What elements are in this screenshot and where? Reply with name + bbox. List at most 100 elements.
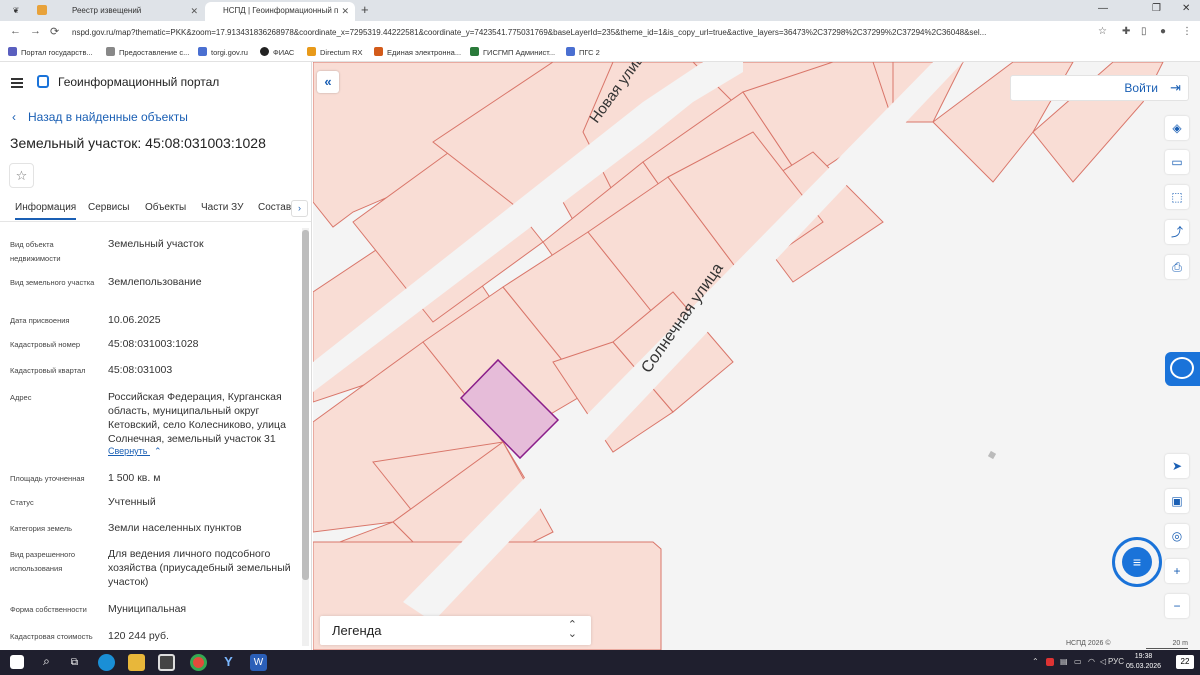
panel-scrollbar[interactable] [302, 228, 309, 646]
bookmark-item[interactable]: Единая электронна... [374, 47, 461, 57]
field-value: Российская Федерация, Курганская область… [108, 391, 286, 445]
field-label: Вид разрешенного использования [10, 550, 76, 573]
chat-widget-button[interactable] [1165, 352, 1200, 386]
explorer-icon[interactable] [128, 654, 145, 671]
bookmark-item[interactable]: ФИАС [260, 47, 294, 57]
task-view-icon[interactable]: ⧉ [66, 654, 83, 671]
tab-parts[interactable]: Части ЗУ [201, 202, 243, 213]
edge-icon[interactable] [98, 654, 115, 671]
windows-start-icon[interactable] [10, 655, 24, 669]
close-icon[interactable]: ✕ [341, 2, 349, 20]
zoom-out-icon[interactable]: − [1165, 594, 1189, 618]
bookmark-item[interactable]: torgi.gov.ru [198, 47, 248, 57]
minimap-icon[interactable]: ▣ [1165, 489, 1189, 513]
field-label: Статус [10, 498, 34, 507]
tray-chevron-icon[interactable]: ⌃ [1032, 657, 1039, 666]
map-canvas[interactable]: Новая улица Солнечная улица [313, 62, 1200, 650]
chat-icon [1170, 357, 1194, 379]
field-value: Учтенный [108, 496, 156, 508]
close-window-icon[interactable]: ✕ [1182, 3, 1190, 14]
bookmarks-bar: Портал государств... Предоставление с...… [0, 43, 1200, 62]
select-area-icon[interactable]: ⬚ [1165, 185, 1189, 209]
yandex-icon[interactable]: Y [220, 654, 237, 671]
new-tab-icon[interactable]: + [361, 2, 369, 17]
tab-registry[interactable]: Реестр извещений ✕ [56, 2, 204, 21]
tray-app-icon[interactable] [1046, 658, 1054, 666]
field-value: 45:08:031003 [108, 364, 173, 376]
legend-label: Легенда [332, 623, 382, 638]
login-button[interactable]: Войти ⇥ [1010, 75, 1189, 101]
menu-icon[interactable]: ⋮ [1182, 26, 1192, 37]
field-label: Площадь уточненная [10, 474, 85, 483]
word-icon[interactable]: W [250, 654, 267, 671]
ruler-icon[interactable]: ▭ [1165, 150, 1189, 174]
field-value: Землепользование [108, 276, 202, 288]
tab-composition[interactable]: Состав [258, 202, 291, 213]
bookmark-item[interactable]: Портал государств... [8, 47, 93, 57]
info-panel: Геоинформационный портал ‹ Назад в найден… [0, 62, 312, 650]
tab-objects[interactable]: Объекты [145, 202, 186, 213]
pinned-tab-1[interactable]: ❦ [6, 2, 26, 21]
object-title: Земельный участок: 45:08:031003:1028 [10, 135, 266, 151]
chrome-icon[interactable] [190, 654, 207, 671]
hamburger-menu-icon[interactable] [11, 78, 23, 88]
app-icon[interactable] [158, 654, 175, 671]
maximize-icon[interactable]: ❐ [1152, 3, 1161, 14]
print-icon[interactable]: ⎙ [1165, 255, 1189, 279]
location-arrow-icon[interactable]: ➤ [1165, 454, 1189, 478]
bookmark-item[interactable]: Directum RX [307, 47, 363, 57]
bookmark-item[interactable]: ГИСГМП Админист... [470, 47, 555, 57]
bookmark-item[interactable]: ПГС 2 [566, 47, 600, 57]
zoom-in-icon[interactable]: + [1165, 559, 1189, 583]
scale-bar: 20 m [1146, 640, 1188, 649]
tabs-next-icon[interactable]: › [291, 200, 308, 217]
back-arrow-icon[interactable]: ← [10, 25, 21, 37]
collapse-link[interactable]: Свернуть ⌃ [108, 446, 162, 457]
reload-icon[interactable]: ⟳ [50, 25, 59, 38]
field-label: Вид земельного участка [10, 278, 95, 287]
notifications-badge[interactable]: 22 [1176, 655, 1194, 669]
back-to-results-link[interactable]: ‹ Назад в найденные объекты [12, 110, 188, 124]
search-icon[interactable]: ⌕ [38, 654, 55, 671]
map-svg[interactable]: Новая улица Солнечная улица [313, 62, 1200, 650]
favorite-star-icon[interactable]: ☆ [9, 163, 34, 188]
map-marker [987, 450, 997, 460]
tray-network-icon[interactable]: ▤ [1060, 657, 1068, 666]
login-label: Войти [1124, 81, 1158, 95]
profile-icon[interactable]: ● [1160, 26, 1166, 37]
collapse-panel-button[interactable]: « [317, 71, 339, 93]
tray-display-icon[interactable]: ▭ [1074, 657, 1082, 666]
wifi-icon[interactable]: ◠ [1088, 657, 1095, 666]
share-icon[interactable]: ⤴ [1165, 220, 1189, 244]
legend-dropdown[interactable]: Легенда ⌃ ⌄ [320, 616, 591, 645]
minimize-icon[interactable]: — [1098, 3, 1108, 14]
field-value: Земельный участок [108, 238, 204, 250]
field-value: Муниципальная [108, 603, 187, 615]
clock-date: 05.03.2026 [1126, 663, 1162, 670]
locate-icon[interactable]: ◎ [1165, 524, 1189, 548]
tray-lang[interactable]: РУС [1108, 657, 1124, 666]
sidepanel-icon[interactable]: ▯ [1141, 26, 1147, 37]
assistant-button[interactable]: ≡ [1112, 537, 1162, 587]
portal-logo-icon [37, 75, 49, 88]
bookmark-icon [566, 47, 575, 56]
close-icon[interactable]: ✕ [190, 2, 198, 20]
bookmark-star-icon[interactable]: ☆ [1098, 26, 1107, 37]
back-link-label: Назад в найденные объекты [28, 110, 188, 124]
extensions-icon[interactable]: ✚ [1122, 26, 1130, 37]
layers-icon[interactable]: ◈ [1165, 116, 1189, 140]
pinned-tab-2[interactable] [32, 2, 52, 21]
tab-nspd[interactable]: НСПД | Геоинформационный п ✕ [205, 2, 355, 21]
url-field[interactable]: nspd.gov.ru/map?thematic=PKK&zoom=17.913… [72, 25, 1084, 40]
bookmark-item[interactable]: Предоставление с... [106, 47, 189, 57]
clock[interactable]: 19:38 05.03.2026 [1126, 652, 1161, 672]
field-label: Дата присвоения [10, 316, 70, 325]
windows-taskbar: ⌕ ⧉ Y W ⌃ ▤ ▭ ◠ ◁ РУС 19:38 05.03.2026 2… [0, 650, 1200, 675]
volume-icon[interactable]: ◁ [1100, 657, 1106, 666]
tab-info[interactable]: Информация [15, 202, 77, 220]
field-label: Кадастровый номер [10, 340, 81, 349]
forward-arrow-icon[interactable]: → [30, 25, 41, 37]
copyright-text: НСПД 2026 © [1066, 640, 1111, 647]
tab-services[interactable]: Сервисы [88, 202, 129, 213]
scrollbar-thumb[interactable] [302, 230, 309, 580]
